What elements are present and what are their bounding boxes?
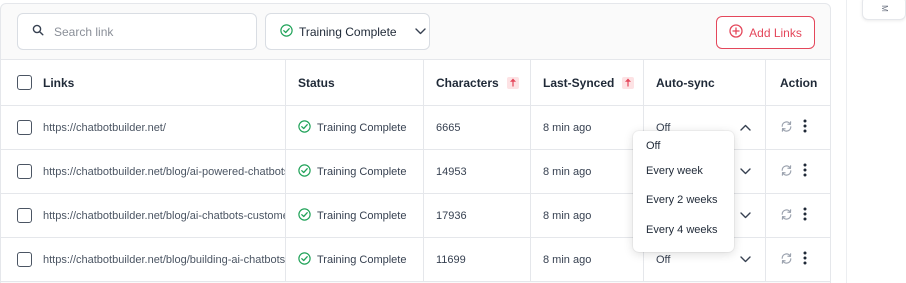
header-characters-label: Characters <box>436 75 499 90</box>
auto-sync-option-off[interactable]: Off <box>633 136 734 156</box>
link-cell: https://chatbotbuilder.net/blog/building… <box>1 238 286 281</box>
header-links-label: Links <box>43 75 75 90</box>
link-url[interactable]: https://chatbotbuilder.net/blog/ai-power… <box>43 166 285 178</box>
last-synced-cell: 8 min ago <box>531 150 644 193</box>
chevron-down-icon <box>414 28 426 35</box>
status-text: Training Complete <box>317 121 407 134</box>
characters-cell: 17936 <box>424 194 531 237</box>
check-circle-icon <box>298 163 311 180</box>
characters-cell: 11699 <box>424 238 531 281</box>
last-synced-cell: 8 min ago <box>531 238 644 281</box>
header-auto-sync-label: Auto-sync <box>656 75 715 90</box>
action-cell <box>766 238 830 281</box>
more-vertical-icon[interactable] <box>803 119 807 136</box>
table-header: Links Status Characters Last-Synced Auto… <box>1 60 830 106</box>
header-links: Links <box>1 60 286 105</box>
chevron-up-icon <box>740 122 751 134</box>
link-cell: https://chatbotbuilder.net/ <box>1 106 286 149</box>
status-text: Training Complete <box>317 209 407 222</box>
chevron-down-icon <box>740 210 751 222</box>
sync-icon[interactable] <box>780 208 793 224</box>
characters-cell: 6665 <box>424 106 531 149</box>
last-synced-cell: 8 min ago <box>531 194 644 237</box>
add-links-button[interactable]: Add Links <box>716 16 815 49</box>
select-all-checkbox[interactable] <box>17 75 32 90</box>
action-cell <box>766 150 830 193</box>
add-links-label: Add Links <box>749 25 802 40</box>
header-characters[interactable]: Characters <box>424 60 531 105</box>
link-cell: https://chatbotbuilder.net/blog/ai-chatb… <box>1 194 286 237</box>
sync-icon[interactable] <box>780 120 793 136</box>
header-status: Status <box>286 60 424 105</box>
check-circle-icon <box>298 251 311 268</box>
header-auto-sync: Auto-sync <box>644 60 766 105</box>
search-box[interactable] <box>17 13 257 50</box>
status-filter-dropdown[interactable]: Training Complete <box>265 13 430 50</box>
chevron-down-icon <box>740 254 751 266</box>
link-cell: https://chatbotbuilder.net/blog/ai-power… <box>1 150 286 193</box>
check-circle-icon <box>280 23 293 40</box>
sort-icon[interactable] <box>622 76 635 89</box>
auto-sync-value: Off <box>656 253 671 266</box>
characters-cell: 14953 <box>424 150 531 193</box>
last-synced-cell: 8 min ago <box>531 106 644 149</box>
toolbar: Training Complete Add Links <box>1 4 830 59</box>
header-status-label: Status <box>298 75 335 90</box>
status-cell: Training Complete <box>286 150 424 193</box>
header-action-label: Action <box>780 75 818 90</box>
row-checkbox[interactable] <box>17 208 32 223</box>
row-checkbox[interactable] <box>17 164 32 179</box>
status-text: Training Complete <box>317 165 407 178</box>
auto-sync-option-every-2-weeks[interactable]: Every 2 weeks <box>633 186 734 216</box>
chevron-down-icon <box>740 166 751 178</box>
more-vertical-icon[interactable] <box>803 207 807 224</box>
auto-sync-menu: Off Every week Every 2 weeks Every 4 wee… <box>633 131 734 252</box>
status-text: Training Complete <box>317 253 407 266</box>
action-cell <box>766 194 830 237</box>
sync-icon[interactable] <box>780 164 793 180</box>
check-circle-icon <box>298 119 311 136</box>
status-cell: Training Complete <box>286 238 424 281</box>
link-url[interactable]: https://chatbotbuilder.net/ <box>43 122 166 134</box>
status-cell: Training Complete <box>286 106 424 149</box>
check-circle-icon <box>298 207 311 224</box>
row-checkbox[interactable] <box>17 120 32 135</box>
auto-sync-option-every-week[interactable]: Every week <box>633 156 734 186</box>
row-checkbox[interactable] <box>17 252 32 267</box>
status-filter-label: Training Complete <box>299 24 397 39</box>
sync-icon[interactable] <box>780 252 793 268</box>
auto-sync-option-every-4-weeks[interactable]: Every 4 weeks <box>633 215 734 245</box>
search-icon <box>32 23 44 41</box>
link-url[interactable]: https://chatbotbuilder.net/blog/building… <box>43 254 285 266</box>
link-url[interactable]: https://chatbotbuilder.net/blog/ai-chatb… <box>43 210 285 222</box>
status-cell: Training Complete <box>286 194 424 237</box>
action-cell <box>766 106 830 149</box>
plus-circle-icon <box>729 24 743 41</box>
search-input[interactable] <box>54 24 234 39</box>
side-tab[interactable]: M <box>862 0 906 20</box>
more-vertical-icon[interactable] <box>803 163 807 180</box>
more-vertical-icon[interactable] <box>803 251 807 268</box>
header-action: Action <box>766 60 830 105</box>
side-tab-label: M <box>879 4 889 12</box>
side-divider <box>846 0 847 283</box>
header-last-synced-label: Last-Synced <box>543 75 615 90</box>
sort-icon[interactable] <box>506 76 519 89</box>
header-last-synced[interactable]: Last-Synced <box>531 60 644 105</box>
